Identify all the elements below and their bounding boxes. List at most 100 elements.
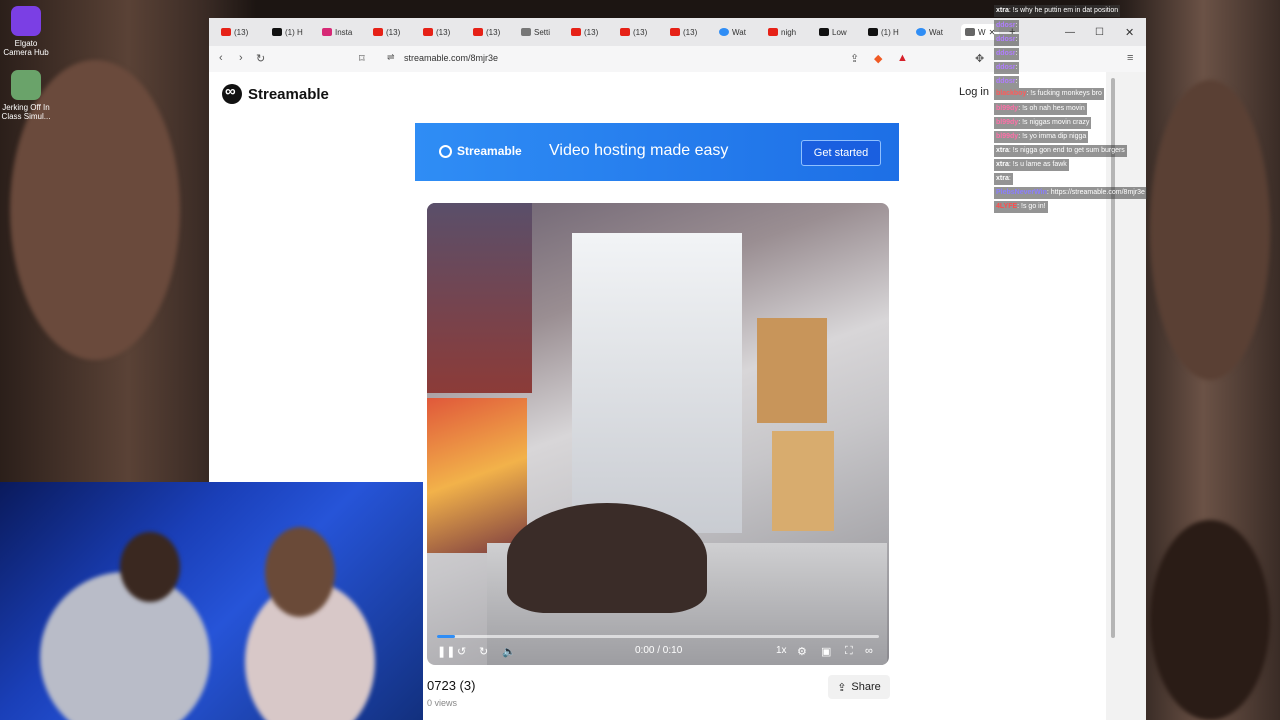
- video-time: 0:00 / 0:10: [635, 645, 683, 656]
- chat-message: ddosr:: [994, 20, 1020, 32]
- tab[interactable]: Low: [819, 24, 847, 40]
- desktop-icon-game[interactable]: Jerking Off In Class Simul...: [0, 70, 52, 121]
- webcam-head-left: [120, 532, 180, 602]
- tab[interactable]: Wat: [719, 24, 746, 40]
- chat-message: bl99dy: !s yo imma dip nigga: [994, 131, 1089, 143]
- video-views: 0 views: [427, 698, 458, 708]
- playback-speed[interactable]: 1x: [776, 645, 787, 656]
- brave-shield-icon[interactable]: ◆: [874, 52, 882, 65]
- tab[interactable]: (13): [620, 24, 647, 40]
- chat-username: 4LYFE: [996, 203, 1018, 210]
- chat-message: bl99dy: !s oh nah hes movin: [994, 103, 1087, 115]
- back-icon[interactable]: ‹: [219, 52, 223, 64]
- speaker-icon: [965, 28, 975, 36]
- chat-text: : !s nigga gon end to get sum burgers: [1008, 147, 1125, 154]
- streamable-logo-icon: [439, 144, 452, 158]
- share-button[interactable]: ⇪ Share: [828, 675, 890, 699]
- x-icon: [868, 28, 878, 36]
- banner-brand: Streamable: [439, 144, 522, 158]
- youtube-icon: [768, 28, 778, 36]
- chat-message: 4LYFE: !s go in!: [994, 201, 1048, 213]
- rewind-icon[interactable]: ↺: [457, 645, 466, 658]
- background-figure-right-lower: [1150, 520, 1270, 720]
- tab[interactable]: Setti: [521, 24, 550, 40]
- chat-username: bl99dy: [996, 119, 1019, 126]
- tiktok-icon: [819, 28, 829, 36]
- youtube-icon: [373, 28, 383, 36]
- webcam-overlay: [0, 482, 423, 720]
- chat-message: xtra: !s nigga gon end to get sum burger…: [994, 145, 1127, 157]
- chat-text: : !s yo imma dip nigga: [1018, 133, 1087, 140]
- chat-message: bl99dy: !s niggas movin crazy: [994, 117, 1092, 129]
- video-frame-wanted-poster-1: [757, 318, 827, 423]
- promo-banner[interactable]: Streamable Video hosting made easy Get s…: [415, 123, 899, 181]
- chat-message: PlebsNeverWin: https://streamable.com/8m…: [994, 187, 1147, 199]
- tab[interactable]: (13): [670, 24, 697, 40]
- tab[interactable]: (13): [571, 24, 598, 40]
- chat-text: :: [1015, 78, 1018, 85]
- stream-chat-overlay: xtra: !s why he puttin em in dat positio…: [994, 0, 1147, 215]
- bookmark-icon[interactable]: ⌑: [359, 52, 365, 65]
- webcam-head-right: [265, 527, 335, 617]
- chat-username: xtra: [996, 175, 1009, 182]
- gear-icon: [521, 28, 531, 36]
- get-started-button[interactable]: Get started: [801, 140, 881, 166]
- chat-message: ddosr:: [994, 76, 1020, 88]
- tab[interactable]: nigh: [768, 24, 796, 40]
- chat-username: xtra: [996, 147, 1009, 154]
- background-figure-right: [1150, 80, 1270, 380]
- chat-text: :: [1008, 175, 1011, 182]
- chat-username: xtra: [996, 161, 1009, 168]
- reload-icon[interactable]: ↻: [256, 52, 265, 65]
- extensions-icon[interactable]: ✥: [975, 52, 984, 65]
- forward-icon[interactable]: ↻: [479, 645, 488, 658]
- video-controls: ❚❚ ↺ ↻ 🔈 0:00 / 0:10 1x ⚙ ▣ ⛶ ∞: [427, 643, 889, 665]
- volume-icon[interactable]: 🔈: [502, 645, 516, 658]
- settings-gear-icon[interactable]: ⚙: [797, 645, 807, 658]
- picture-in-picture-icon[interactable]: ▣: [821, 645, 831, 658]
- chat-username: ddosr: [996, 22, 1016, 29]
- tab[interactable]: Wat: [916, 24, 943, 40]
- tab[interactable]: (1) H: [272, 24, 303, 40]
- chat-text: : https://streamable.com/8mjr3e: [1046, 189, 1145, 196]
- video-player[interactable]: ❚❚ ↺ ↻ 🔈 0:00 / 0:10 1x ⚙ ▣ ⛶ ∞: [427, 203, 889, 665]
- video-progress-fill: [437, 635, 455, 638]
- login-link[interactable]: Log in: [959, 86, 989, 98]
- chat-text: :: [1015, 64, 1018, 71]
- tab[interactable]: (13): [373, 24, 400, 40]
- webcam-person-left: [40, 572, 210, 720]
- tab[interactable]: Insta: [322, 24, 352, 40]
- tab[interactable]: (1) H: [868, 24, 899, 40]
- video-frame-wanted-poster-2: [772, 431, 834, 531]
- fullscreen-icon[interactable]: ⛶: [845, 645, 853, 658]
- video-progress-bar[interactable]: [437, 635, 879, 638]
- tab[interactable]: (13): [221, 24, 248, 40]
- streamable-logo-icon: [222, 83, 242, 104]
- tab[interactable]: (13): [473, 24, 500, 40]
- chat-username: blackboy: [996, 90, 1027, 97]
- game-app-icon: [11, 70, 41, 100]
- share-icon: ⇪: [837, 681, 847, 694]
- youtube-icon: [473, 28, 483, 36]
- rewards-icon[interactable]: ▲: [897, 52, 908, 64]
- chat-text: : !s oh nah hes movin: [1018, 105, 1085, 112]
- desktop-icon-elgato[interactable]: Elgato Camera Hub: [0, 6, 52, 57]
- desktop-icon-label: Jerking Off In Class Simul...: [1, 103, 51, 121]
- youtube-icon: [221, 28, 231, 36]
- video-frame-anime-poster: [427, 398, 527, 553]
- streamable-logo[interactable]: Streamable: [222, 83, 329, 104]
- streamable-logo-icon[interactable]: ∞: [865, 645, 873, 657]
- pause-icon[interactable]: ❚❚: [437, 645, 455, 658]
- chat-message: xtra: !s u lame as fawk: [994, 159, 1069, 171]
- url-field[interactable]: streamable.com/8mjr3e: [404, 53, 498, 63]
- youtube-icon: [670, 28, 680, 36]
- youtube-icon: [423, 28, 433, 36]
- chat-text: : !s fucking monkeys bro: [1026, 90, 1102, 97]
- share-page-icon[interactable]: ⇪: [850, 52, 859, 65]
- chat-username: ddosr: [996, 36, 1016, 43]
- chat-username: ddosr: [996, 50, 1016, 57]
- tab[interactable]: (13): [423, 24, 450, 40]
- banner-tagline: Video hosting made easy: [549, 142, 729, 159]
- site-info-icon[interactable]: ⇌: [387, 52, 395, 63]
- forward-icon[interactable]: ›: [239, 52, 243, 64]
